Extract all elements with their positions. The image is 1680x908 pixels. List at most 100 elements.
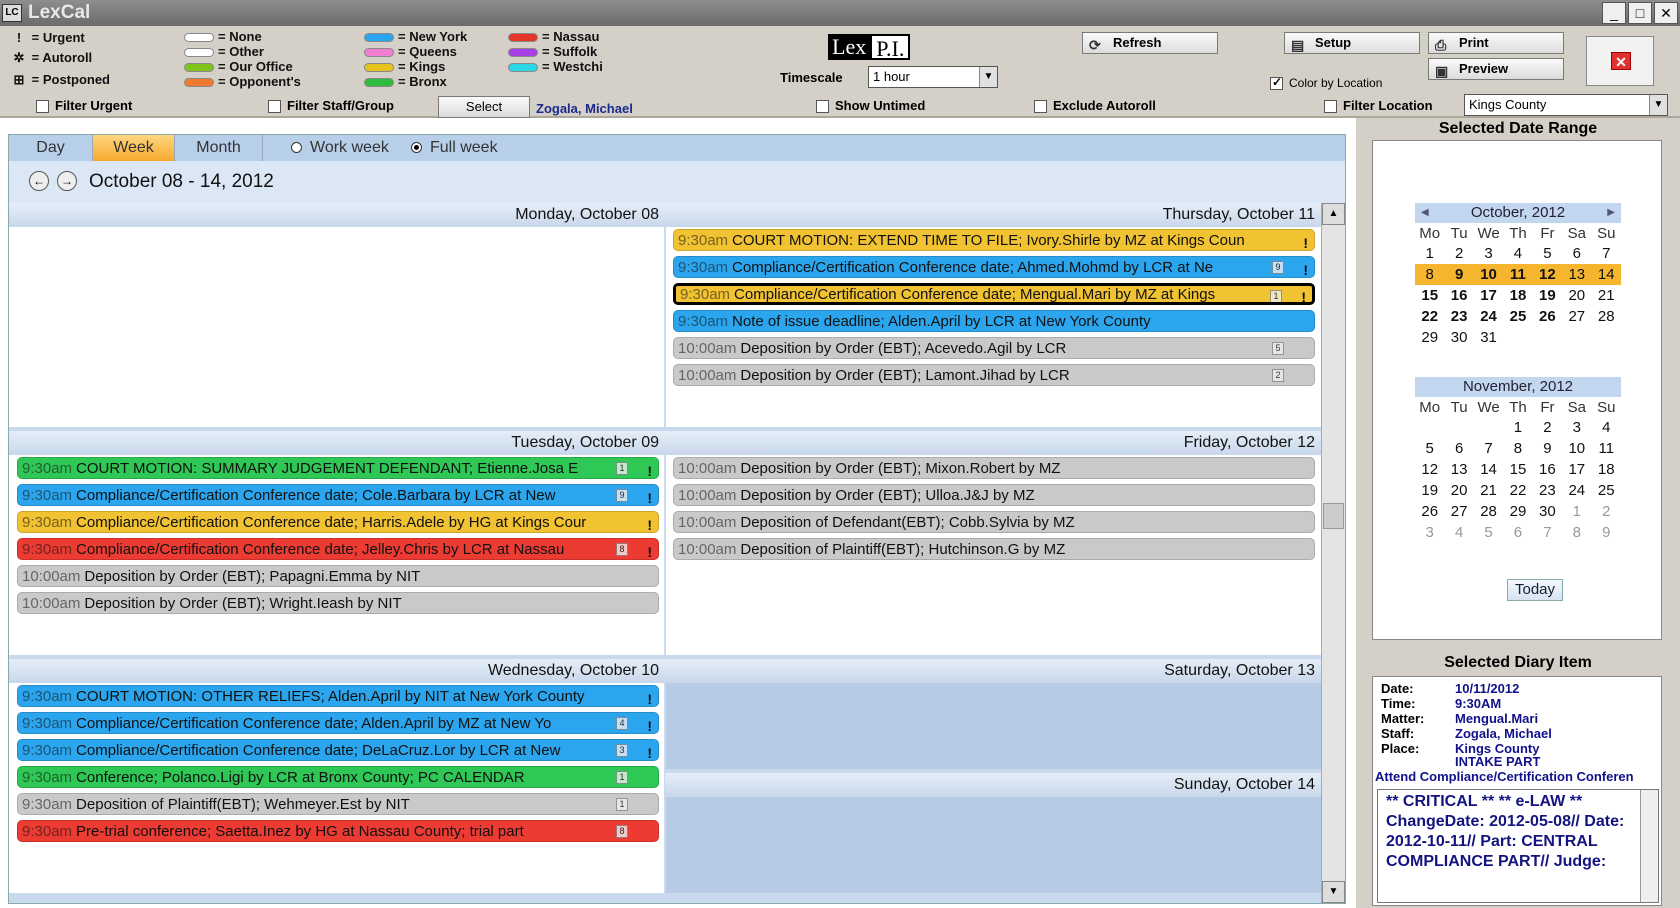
tab-month[interactable]: Month — [175, 135, 263, 161]
calendar-day[interactable]: 11 — [1503, 264, 1533, 285]
day-area-saturday[interactable] — [666, 683, 1321, 769]
scroll-down-icon[interactable]: ▼ — [1322, 881, 1345, 903]
calendar-day[interactable]: 13 — [1562, 264, 1592, 285]
tab-day[interactable]: Day — [9, 135, 93, 161]
calendar-event[interactable]: 10:00am Deposition of Defendant(EBT); Cob… — [673, 511, 1315, 533]
calendar-day[interactable]: 13 — [1444, 459, 1473, 480]
calendar-event[interactable]: 10:00am Deposition by Order (EBT); Ulloa.… — [673, 484, 1315, 506]
calendar-day[interactable]: 27 — [1562, 306, 1591, 327]
calendar-event[interactable]: 9:30am Deposition of Plaintiff(EBT); Wehm… — [17, 793, 659, 815]
calendar-day[interactable]: 23 — [1533, 480, 1562, 501]
scroll-up-icon[interactable]: ▲ — [1322, 203, 1345, 225]
day-header-saturday[interactable]: Saturday, October 13 — [665, 659, 1321, 683]
calendar-day[interactable]: 22 — [1415, 306, 1444, 327]
calendar-event[interactable]: 9:30am Pre-trial conference; Saetta.Inez … — [17, 820, 659, 842]
calendar-day[interactable]: 10 — [1562, 438, 1591, 459]
checkbox[interactable] — [268, 100, 281, 114]
calendar-event[interactable]: 9:30am Note of issue deadline; Alden.Apri… — [673, 310, 1315, 332]
calendar-day[interactable]: 20 — [1444, 480, 1473, 501]
calendar-day[interactable]: 29 — [1503, 501, 1532, 522]
chevron-down-icon[interactable]: ▼ — [1649, 95, 1667, 115]
exclude-autoroll-checkbox[interactable]: Exclude Autoroll — [1034, 98, 1156, 114]
day-header-sunday[interactable]: Sunday, October 14 — [665, 773, 1321, 797]
prev-month-icon[interactable]: ◀ — [1421, 203, 1429, 223]
calendar-day[interactable]: 1 — [1562, 501, 1591, 522]
calendar-day[interactable]: 29 — [1415, 327, 1444, 348]
calendar-day[interactable]: 1 — [1415, 243, 1444, 264]
calendar-event[interactable]: 10:00am Deposition by Order (EBT); Aceved… — [673, 337, 1315, 359]
calendar-day[interactable]: 15 — [1503, 459, 1532, 480]
calendar-day[interactable]: 3 — [1474, 243, 1503, 264]
calendar-day[interactable]: 12 — [1532, 264, 1563, 285]
calendar-day[interactable]: 22 — [1503, 480, 1532, 501]
calendar-day[interactable]: 31 — [1474, 327, 1503, 348]
calendar-day[interactable]: 21 — [1592, 285, 1621, 306]
calendar-day[interactable]: 17 — [1562, 459, 1591, 480]
checkbox[interactable] — [1034, 100, 1047, 114]
calendar-day[interactable]: 30 — [1533, 501, 1562, 522]
exit-button[interactable]: ✕ — [1586, 36, 1654, 86]
calendar-day[interactable]: 6 — [1562, 243, 1591, 264]
calendar-scrollbar[interactable]: ▲ ▼ — [1321, 203, 1345, 903]
close-button[interactable]: ✕ — [1654, 2, 1678, 24]
calendar-event[interactable]: 9:30am COURT MOTION: EXTEND TIME TO FILE;… — [673, 229, 1315, 251]
calendar-day[interactable]: 8 — [1415, 264, 1445, 285]
setup-button[interactable]: ▤ Setup — [1284, 32, 1420, 54]
calendar-event[interactable]: 9:30am Compliance/Certification Conferenc… — [673, 256, 1315, 278]
minimize-button[interactable]: _ — [1602, 2, 1626, 24]
print-button[interactable]: ⎙ Print — [1428, 32, 1564, 54]
calendar-event[interactable]: 10:00am Deposition by Order (EBT); Lamont… — [673, 364, 1315, 386]
calendar-day[interactable]: 16 — [1444, 285, 1473, 306]
day-header-thursday[interactable]: Thursday, October 11 — [665, 203, 1321, 227]
today-button[interactable]: Today — [1507, 579, 1563, 601]
day-header-wednesday[interactable]: Wednesday, October 10 — [9, 659, 665, 683]
calendar-day[interactable]: 19 — [1533, 285, 1562, 306]
calendar-day[interactable]: 6 — [1444, 438, 1473, 459]
full-week-radio[interactable]: Full week — [397, 135, 512, 161]
day-area-sunday[interactable] — [666, 797, 1321, 893]
calendar-day[interactable]: 28 — [1474, 501, 1503, 522]
day-header-monday[interactable]: Monday, October 08 — [9, 203, 665, 227]
calendar-day[interactable]: 5 — [1474, 522, 1503, 543]
chevron-down-icon[interactable]: ▼ — [979, 67, 997, 87]
calendar-day[interactable]: 5 — [1415, 438, 1444, 459]
maximize-button[interactable]: □ — [1628, 2, 1652, 24]
calendar-day[interactable]: 26 — [1533, 306, 1562, 327]
tab-week[interactable]: Week — [93, 135, 175, 161]
checkbox[interactable] — [816, 100, 829, 114]
day-header-friday[interactable]: Friday, October 12 — [665, 431, 1321, 455]
filter-urgent-checkbox[interactable]: Filter Urgent — [36, 98, 132, 114]
preview-button[interactable]: ▣ Preview — [1428, 58, 1564, 80]
calendar-day[interactable]: 30 — [1444, 327, 1473, 348]
day-area-monday[interactable] — [9, 227, 664, 427]
calendar-day[interactable]: 9 — [1444, 264, 1474, 285]
filter-location-checkbox[interactable]: Filter Location — [1324, 98, 1433, 114]
calendar-day[interactable]: 8 — [1503, 438, 1532, 459]
work-week-radio[interactable]: Work week — [277, 135, 403, 161]
calendar-day[interactable]: 25 — [1503, 306, 1532, 327]
calendar-day[interactable]: 3 — [1562, 417, 1591, 438]
calendar-day[interactable]: 9 — [1533, 438, 1562, 459]
next-arrow-icon[interactable]: → — [57, 171, 77, 191]
day-header-tuesday[interactable]: Tuesday, October 09 — [9, 431, 665, 455]
checkbox[interactable] — [1270, 75, 1283, 91]
next-month-icon[interactable]: ▶ — [1607, 203, 1615, 223]
calendar-event[interactable]: 10:00am Deposition by Order (EBT); Papagn… — [17, 565, 659, 587]
color-by-location-checkbox[interactable]: Color by Location — [1270, 75, 1382, 91]
calendar-day[interactable]: 11 — [1592, 438, 1621, 459]
calendar-day[interactable]: 15 — [1415, 285, 1444, 306]
calendar-day[interactable]: 3 — [1415, 522, 1444, 543]
show-untimed-checkbox[interactable]: Show Untimed — [816, 98, 925, 114]
calendar-day[interactable]: 14 — [1474, 459, 1503, 480]
radio[interactable] — [411, 142, 422, 154]
calendar-day[interactable]: 21 — [1474, 480, 1503, 501]
calendar-day[interactable]: 17 — [1474, 285, 1503, 306]
calendar-event[interactable]: 9:30am Compliance/Certification Conferenc… — [17, 484, 659, 506]
calendar-day[interactable]: 20 — [1562, 285, 1591, 306]
calendar-day[interactable]: 6 — [1503, 522, 1532, 543]
calendar-day[interactable]: 2 — [1592, 501, 1621, 522]
calendar-day[interactable]: 14 — [1591, 264, 1621, 285]
calendar-day[interactable]: 18 — [1592, 459, 1621, 480]
checkbox[interactable] — [1324, 100, 1337, 114]
calendar-day[interactable]: 12 — [1415, 459, 1444, 480]
